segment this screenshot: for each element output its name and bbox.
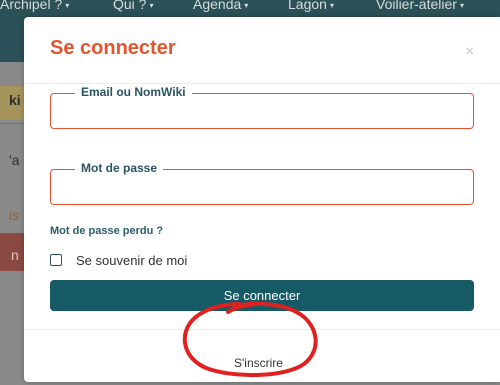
nav-item-archipel[interactable]: Archipel ? ▾ xyxy=(0,0,69,12)
background-divider xyxy=(0,123,24,124)
background-text-fragment: n xyxy=(11,247,19,263)
email-field: Email ou NomWiki xyxy=(50,85,474,129)
remember-me-label[interactable]: Se souvenir de moi xyxy=(76,253,187,268)
password-input[interactable] xyxy=(51,170,473,204)
nav-item-qui[interactable]: Qui ? ▾ xyxy=(113,0,153,12)
chevron-down-icon: ▾ xyxy=(65,0,70,10)
background-text-fragment: ki xyxy=(9,92,21,108)
modal-header-divider xyxy=(24,83,500,84)
remember-me-row: Se souvenir de moi xyxy=(50,252,187,268)
password-field: Mot de passe xyxy=(50,161,474,205)
close-icon[interactable]: × xyxy=(465,43,474,61)
chevron-down-icon: ▾ xyxy=(244,0,249,10)
nav-item-agenda[interactable]: Agenda ▾ xyxy=(193,0,248,12)
login-modal: Se connecter × Email ou NomWiki Mot de p… xyxy=(24,17,500,382)
nav-item-voilier-atelier[interactable]: Voilier-atelier ▾ xyxy=(376,0,464,12)
chevron-down-icon: ▾ xyxy=(149,0,154,10)
background-text-fragment: is xyxy=(9,207,20,223)
nav-item-lagon[interactable]: Lagon ▾ xyxy=(288,0,334,12)
chevron-down-icon: ▾ xyxy=(329,0,334,10)
chevron-down-icon: ▾ xyxy=(459,0,464,10)
modal-footer-divider xyxy=(24,329,500,330)
forgot-password-link[interactable]: Mot de passe perdu ? xyxy=(50,225,163,237)
register-link[interactable]: S'inscrire xyxy=(234,356,283,370)
modal-title: Se connecter xyxy=(50,37,176,59)
background-nav-items: Archipel ? ▾ Qui ? ▾ Agenda ▾ Lagon ▾ Voilie… xyxy=(0,0,500,16)
remember-me-checkbox[interactable] xyxy=(50,254,62,266)
email-input[interactable] xyxy=(51,94,473,128)
login-button[interactable]: Se connecter xyxy=(50,280,474,311)
background-text-fragment: 'a xyxy=(9,152,20,168)
